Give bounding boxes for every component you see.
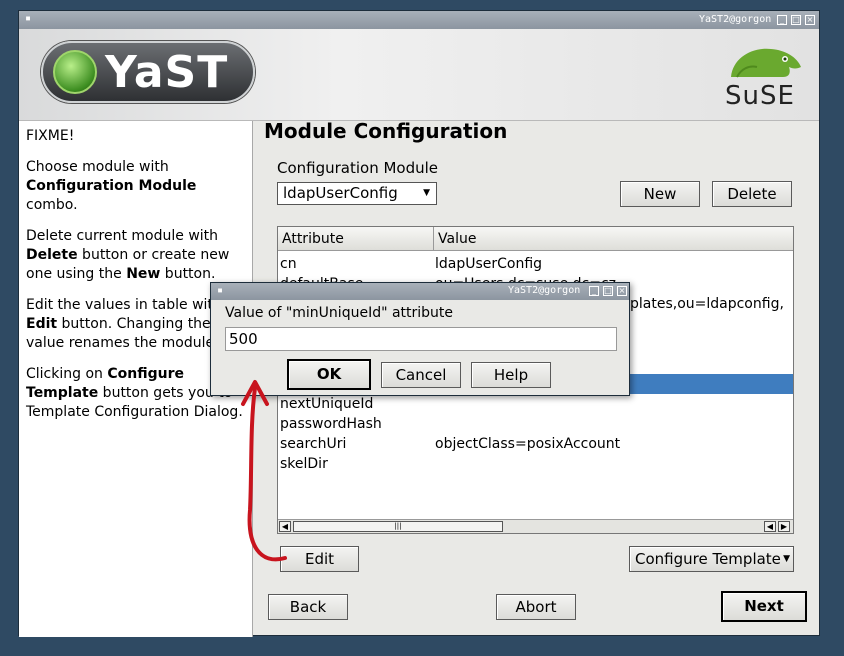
module-combo[interactable]: ldapUserConfig ▼	[277, 182, 437, 205]
table-row[interactable]: skelDir	[278, 454, 793, 474]
window-title: YaST2@gorgon	[699, 14, 772, 25]
page-title: Module Configuration	[264, 119, 508, 143]
value-input[interactable]: 500	[225, 327, 617, 351]
dialog-minimize-icon[interactable]: _	[589, 286, 599, 296]
window-menu-icon[interactable]: ▪	[25, 13, 31, 24]
banner: YaST SuSE	[19, 29, 819, 121]
yast-logo: YaST	[41, 41, 255, 103]
cancel-button[interactable]: Cancel	[381, 362, 461, 388]
yast-ball-icon	[53, 50, 97, 94]
dialog-close-icon[interactable]: ×	[617, 286, 627, 296]
yast-logo-text: YaST	[105, 47, 229, 98]
table-row[interactable]: nextUniqueId	[278, 394, 793, 414]
dialog-maximize-icon[interactable]: □	[603, 286, 613, 296]
suse-logo-text: SuSE	[725, 81, 795, 111]
window-titlebar[interactable]: ▪ YaST2@gorgon _ □ ×	[19, 11, 819, 29]
table-row[interactable]: passwordHash	[278, 414, 793, 434]
help-paragraph: Delete current module with Delete button…	[26, 228, 230, 282]
module-label: Configuration Module	[277, 159, 439, 177]
scroll-left-end-icon[interactable]: ◀	[764, 521, 776, 532]
back-button[interactable]: Back	[268, 594, 348, 620]
combo-arrow-icon: ▼	[423, 188, 430, 198]
column-header-attribute[interactable]: Attribute	[278, 227, 434, 251]
delete-button[interactable]: Delete	[712, 181, 792, 207]
ok-button[interactable]: OK	[287, 359, 371, 390]
annotation-arrow-icon	[241, 380, 287, 562]
dialog-titlebar[interactable]: ▪ YaST2@gorgon _ □ ×	[211, 283, 629, 300]
dialog-menu-icon[interactable]: ▪	[217, 285, 223, 296]
help-paragraph: Choose module with Configuration Module …	[26, 159, 197, 213]
help-button[interactable]: Help	[471, 362, 551, 388]
table-row[interactable]: cn ldapUserConfig	[278, 254, 793, 274]
abort-button[interactable]: Abort	[496, 594, 576, 620]
next-button[interactable]: Next	[721, 591, 807, 622]
dialog-label: Value of "minUniqueId" attribute	[225, 305, 454, 321]
horizontal-scrollbar[interactable]: ◀ ||| ◀ ▶	[278, 519, 793, 533]
maximize-icon[interactable]: □	[791, 15, 801, 25]
new-button[interactable]: New	[620, 181, 700, 207]
close-icon[interactable]: ×	[805, 15, 815, 25]
dialog-title: YaST2@gorgon	[508, 285, 581, 296]
scroll-right-icon[interactable]: ▶	[778, 521, 790, 532]
table-row[interactable]: searchUri objectClass=posixAccount	[278, 434, 793, 454]
configure-template-button[interactable]: Configure Template ▼	[629, 546, 794, 572]
minimize-icon[interactable]: _	[777, 15, 787, 25]
help-paragraph: FIXME!	[26, 128, 75, 144]
column-header-value[interactable]: Value	[434, 227, 793, 251]
scrollbar-thumb[interactable]: |||	[293, 521, 503, 532]
dropdown-arrow-icon: ▼	[783, 554, 790, 564]
